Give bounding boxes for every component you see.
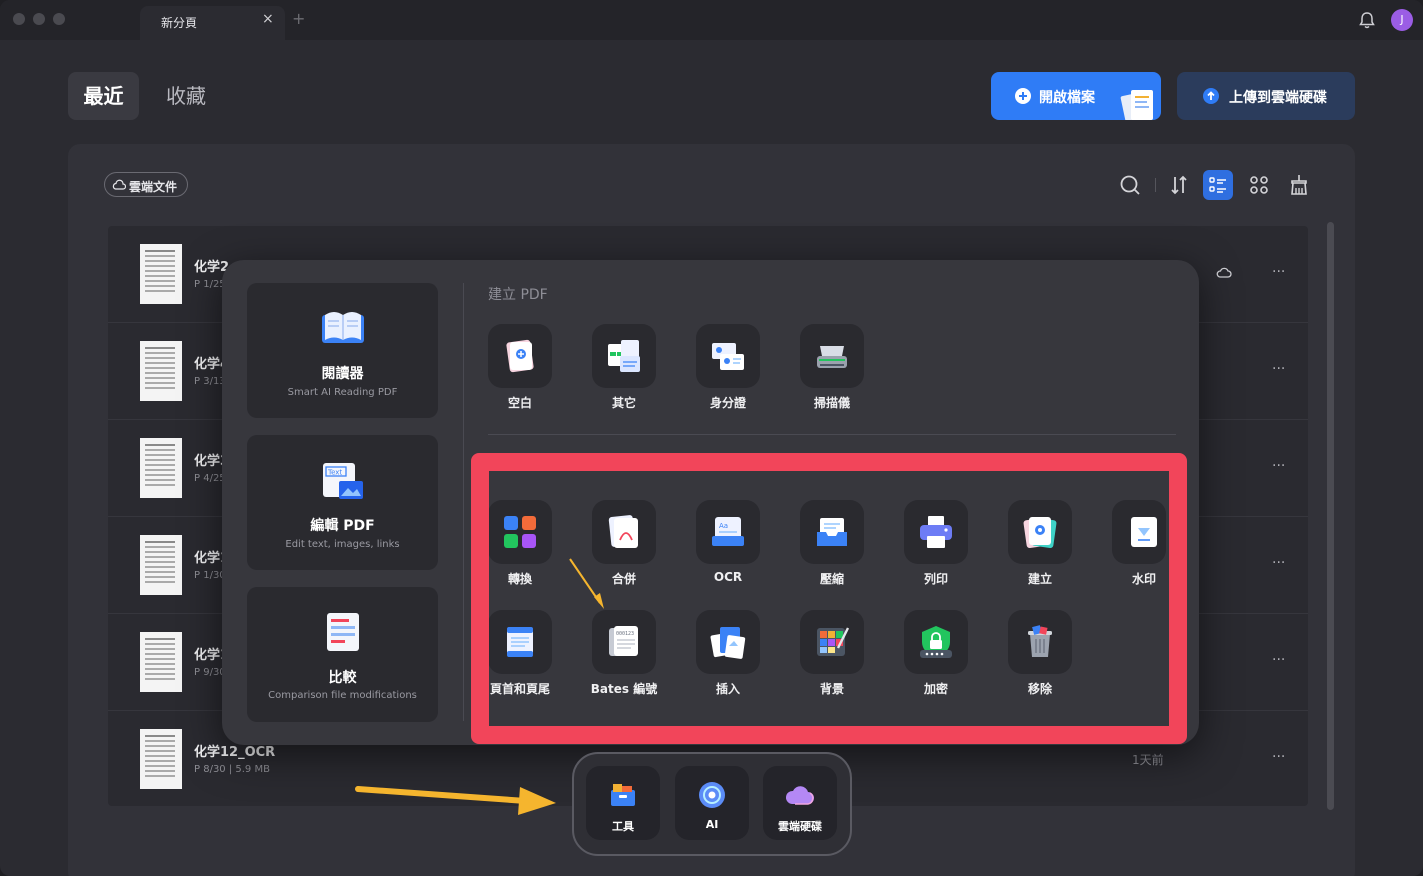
tab-close-icon[interactable]: × (262, 11, 274, 27)
minimize-window-button[interactable] (33, 13, 45, 25)
close-window-button[interactable] (13, 13, 25, 25)
more-icon[interactable]: ··· (1272, 458, 1285, 474)
file-meta: P 1/30 (194, 570, 226, 581)
reader-card[interactable]: 閱讀器 Smart AI Reading PDF (247, 283, 438, 418)
documents-illustration-icon (1120, 90, 1153, 120)
id-card-icon (712, 343, 744, 370)
file-thumbnail (140, 729, 182, 789)
dock-tools-label: 工具 (612, 820, 634, 833)
popup-horizontal-divider (488, 434, 1176, 435)
highlight-box (471, 453, 1187, 744)
file-meta: P 4/25 (194, 473, 226, 484)
more-icon[interactable]: ··· (1272, 361, 1285, 377)
plus-circle-icon (1015, 88, 1031, 104)
file-thumbnail (140, 438, 182, 498)
search-icon[interactable] (1115, 170, 1145, 200)
reader-subtitle: Smart AI Reading PDF (287, 387, 398, 398)
new-tab-button[interactable]: + (292, 9, 305, 28)
file-thumbnail (140, 535, 182, 595)
cloud-icon (112, 179, 126, 190)
id-card-tool[interactable] (696, 324, 760, 388)
dock-tools-button[interactable]: 工具 (586, 766, 660, 840)
cloud-drive-icon (785, 786, 814, 805)
file-thumbnail (140, 632, 182, 692)
bell-icon[interactable] (1357, 10, 1377, 30)
compare-title: 比較 (328, 670, 357, 686)
dock-ai-label: AI (705, 818, 719, 831)
toolbar-divider (1155, 178, 1156, 192)
more-icon[interactable]: ··· (1272, 555, 1285, 571)
file-meta: P 8/30 | 5.9 MB (194, 764, 270, 775)
zoom-window-button[interactable] (53, 13, 65, 25)
create-pdf-section-label: 建立 PDF (488, 287, 548, 303)
edit-pdf-icon: Text (323, 463, 363, 499)
edit-pdf-card[interactable]: Text 編輯 PDF Edit text, images, links (247, 435, 438, 570)
svg-text:Text: Text (327, 469, 342, 477)
app-window: 新分頁 × + J 最近 收藏 開啟檔案 上傳到雲端硬碟 雲端文件 化学2 P … (0, 0, 1423, 876)
compare-subtitle: Comparison file modifications (268, 690, 417, 701)
more-icon[interactable]: ··· (1272, 652, 1285, 668)
reader-title: 閱讀器 (321, 366, 364, 382)
dock-ai-button[interactable]: AI (675, 766, 749, 840)
scanner-tool[interactable] (800, 324, 864, 388)
dock-cloud-button[interactable]: 雲端硬碟 (763, 766, 837, 840)
cloud-docs-label: 雲端文件 (129, 180, 178, 194)
upload-arrow-icon (1203, 88, 1219, 104)
scrollbar[interactable] (1327, 222, 1334, 810)
file-meta: P 1/25 (194, 279, 226, 290)
title-bar: 新分頁 × + J (0, 0, 1423, 40)
browser-tab[interactable]: 新分頁 × (140, 6, 285, 40)
reader-icon (322, 312, 364, 343)
other-tool[interactable] (592, 324, 656, 388)
compare-card[interactable]: 比較 Comparison file modifications (247, 587, 438, 722)
open-file-button[interactable]: 開啟檔案 (991, 72, 1161, 120)
grid-view-icon[interactable] (1244, 170, 1274, 200)
ai-orb-icon (699, 782, 725, 808)
file-meta: P 9/30 (194, 667, 226, 678)
more-icon[interactable]: ··· (1272, 264, 1285, 280)
upload-cloud-label: 上傳到雲端硬碟 (1229, 90, 1327, 106)
file-thumbnail (140, 244, 182, 304)
compare-icon (327, 613, 359, 651)
dock-cloud-label: 雲端硬碟 (778, 820, 822, 833)
edit-pdf-subtitle: Edit text, images, links (285, 539, 400, 550)
popup-vertical-divider (463, 283, 464, 721)
cloud-docs-filter[interactable]: 雲端文件 (104, 172, 188, 197)
blank-tool-label: 空白 (507, 396, 532, 410)
tab-recent[interactable]: 最近 (68, 72, 139, 120)
tab-favorites[interactable]: 收藏 (150, 72, 222, 120)
list-view-icon[interactable] (1203, 170, 1233, 200)
file-thumbnail (140, 341, 182, 401)
clear-history-icon[interactable] (1284, 170, 1314, 200)
open-file-label: 開啟檔案 (1039, 90, 1095, 106)
blank-tool[interactable] (488, 324, 552, 388)
blank-document-icon (506, 339, 534, 373)
scanner-tool-label: 掃描儀 (813, 396, 850, 410)
other-tool-label: 其它 (611, 396, 636, 410)
toolbox-icon (611, 784, 635, 806)
tab-title: 新分頁 (161, 16, 198, 30)
sort-icon[interactable] (1164, 170, 1194, 200)
edit-pdf-title: 編輯 PDF (310, 518, 375, 534)
more-icon[interactable]: ··· (1272, 749, 1285, 765)
file-time: 1天前 (1132, 753, 1164, 767)
avatar[interactable]: J (1391, 9, 1413, 31)
other-formats-icon (608, 340, 640, 372)
upload-cloud-button[interactable]: 上傳到雲端硬碟 (1177, 72, 1355, 120)
cloud-icon[interactable] (1216, 266, 1232, 280)
id-card-tool-label: 身分證 (709, 396, 746, 410)
scanner-icon (817, 346, 847, 368)
file-meta: P 3/13 (194, 376, 226, 387)
